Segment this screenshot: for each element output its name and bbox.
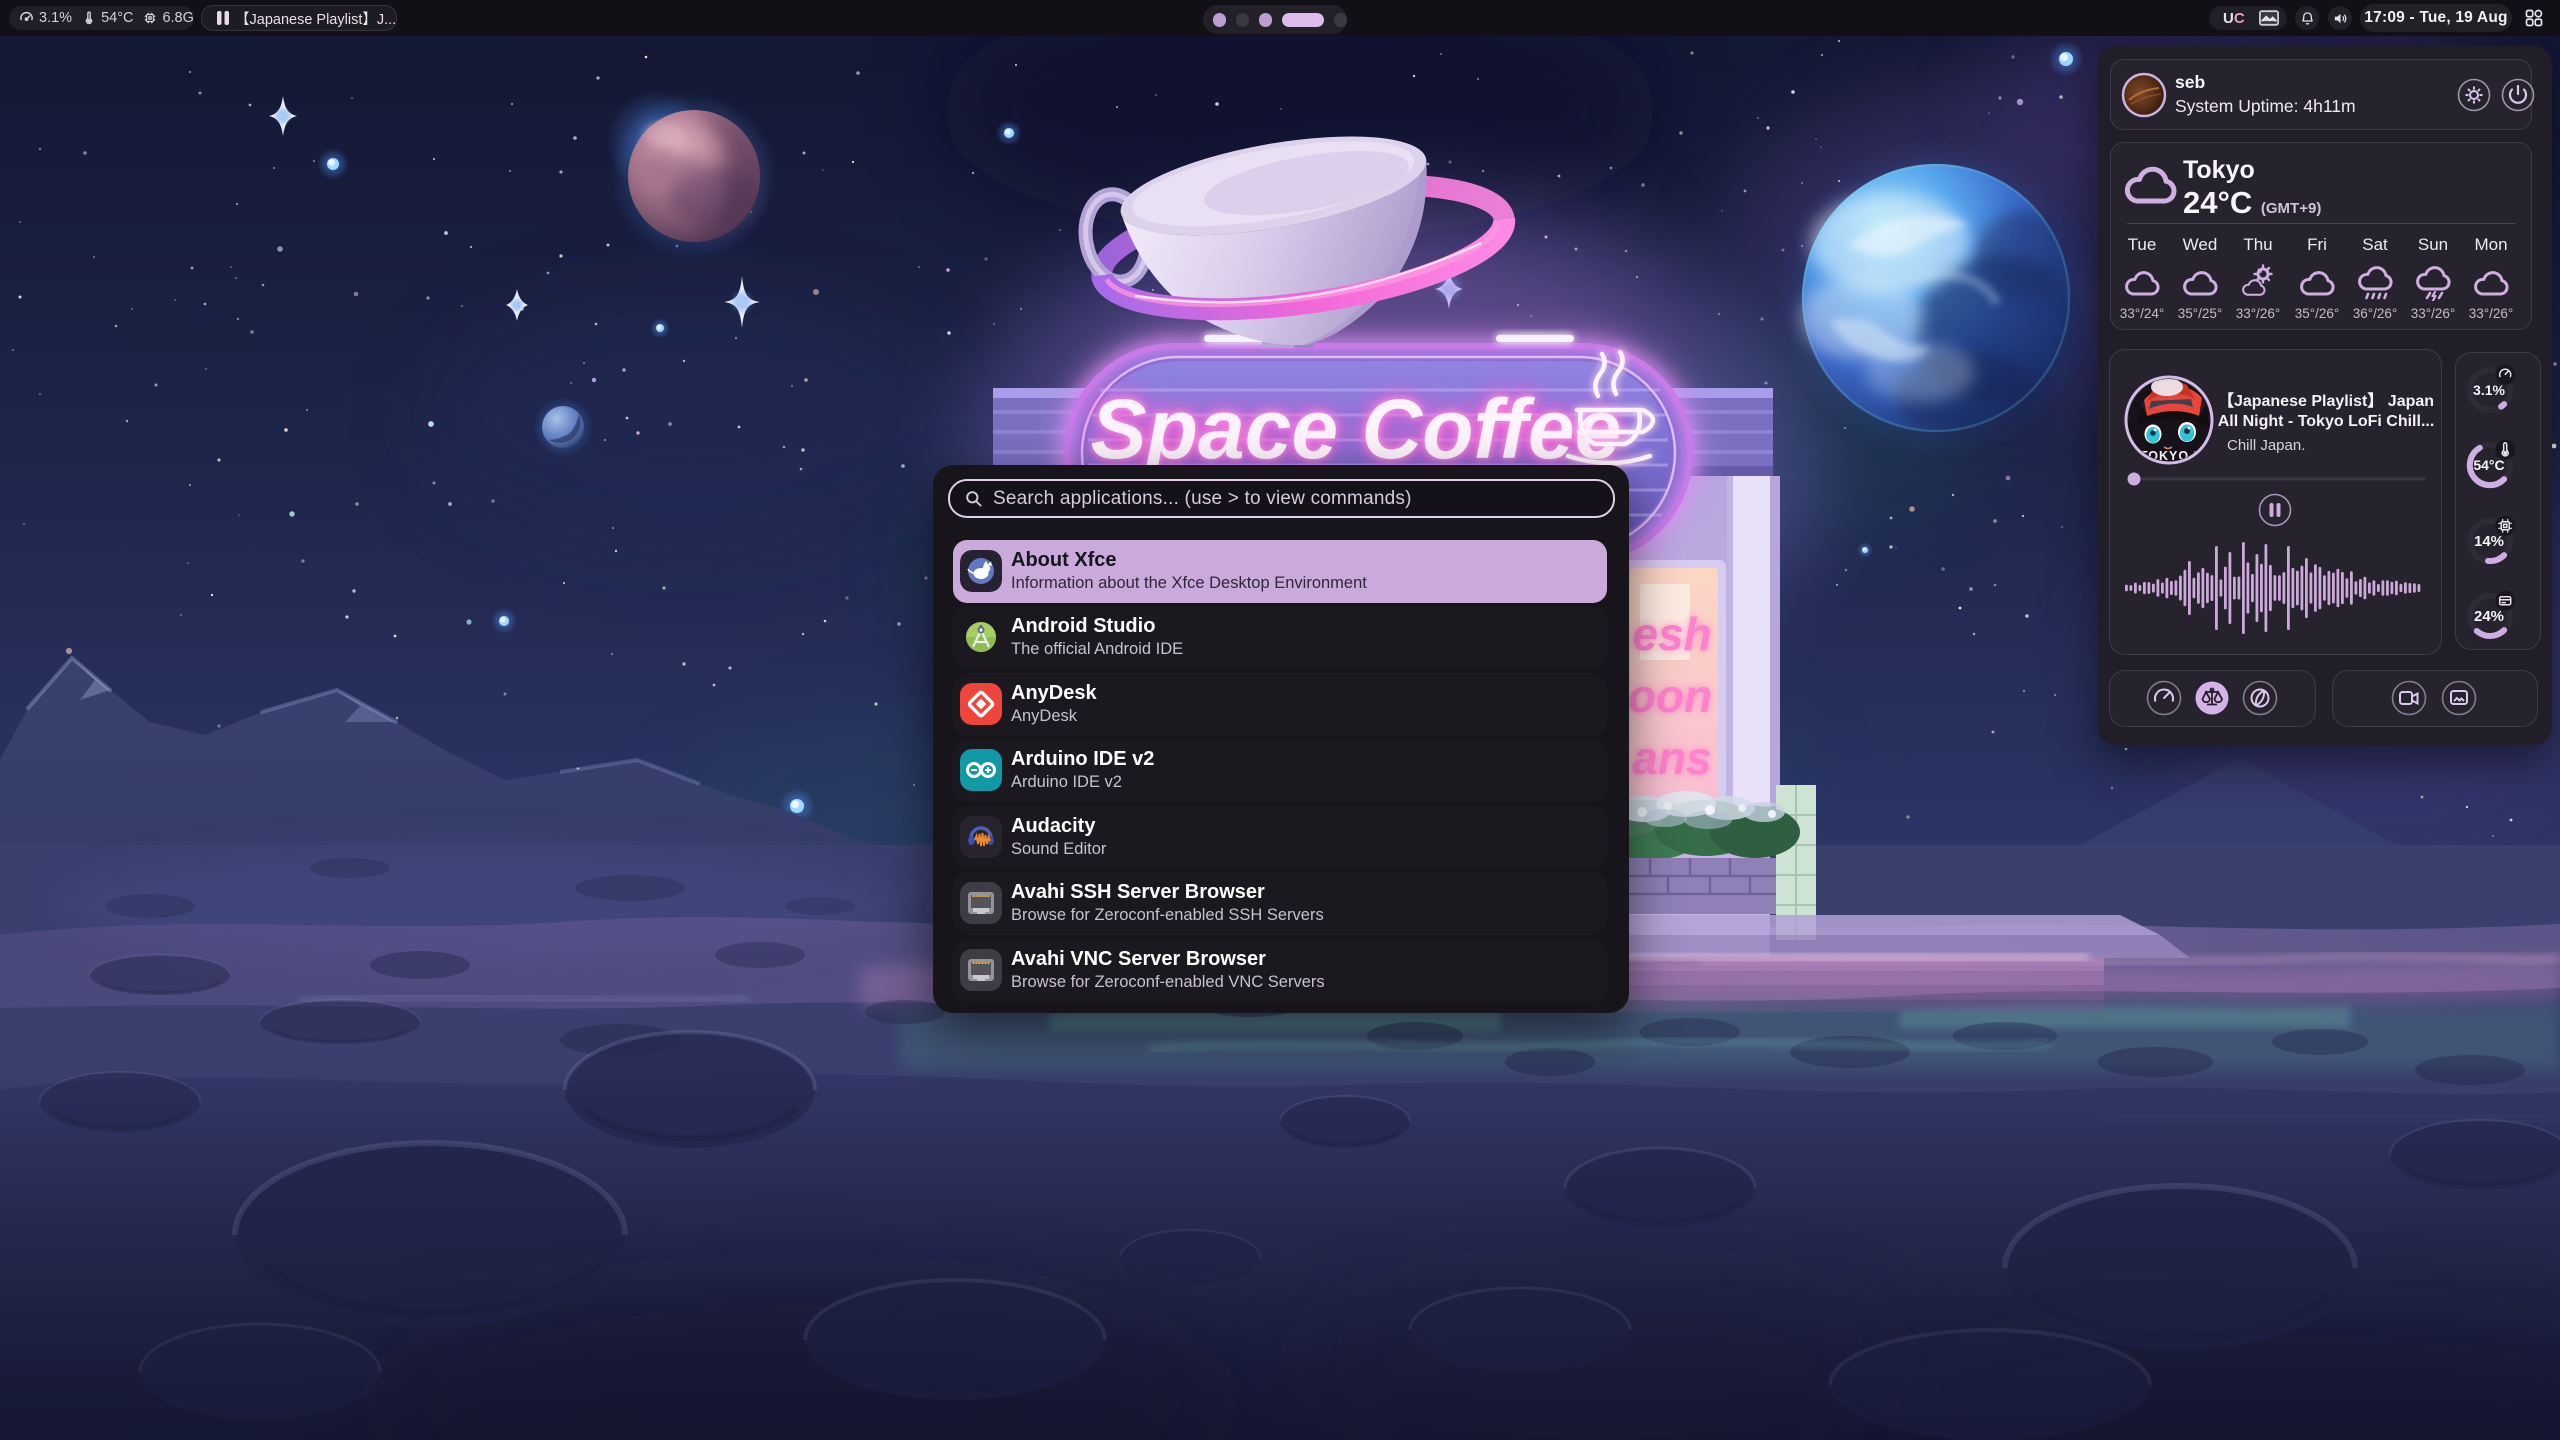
svg-text:oon: oon — [1628, 670, 1712, 722]
svg-text:Space Coffee: Space Coffee — [1091, 382, 1622, 476]
svg-text:54°C: 54°C — [2473, 457, 2504, 473]
svg-text:3.1%: 3.1% — [2473, 382, 2505, 398]
svg-text:ans: ans — [1632, 732, 1711, 784]
svg-text:24%: 24% — [2474, 608, 2504, 625]
svg-text:esh: esh — [1632, 608, 1711, 660]
svg-text:14%: 14% — [2474, 533, 2504, 550]
